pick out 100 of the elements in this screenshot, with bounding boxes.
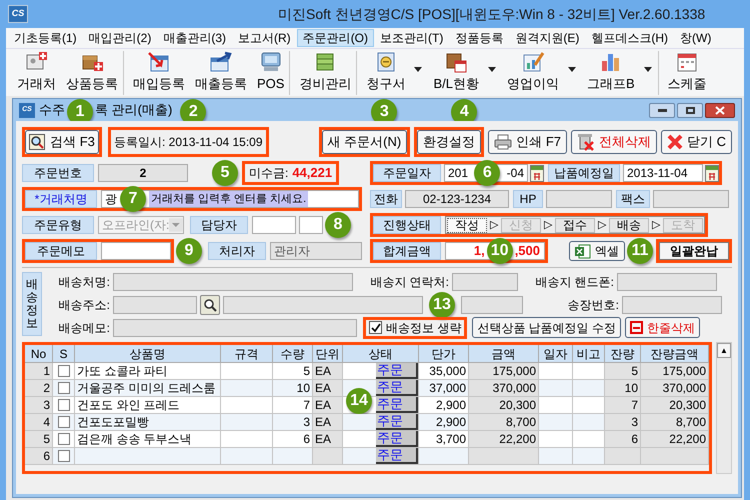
row-checkbox[interactable] bbox=[58, 399, 70, 411]
row-checkbox[interactable] bbox=[58, 416, 70, 428]
phone-field[interactable]: 02-123-1234 bbox=[405, 190, 509, 208]
dropdown-caret-icon[interactable] bbox=[413, 66, 424, 72]
table-cell: 37,000 bbox=[419, 380, 469, 397]
action-button[interactable]: 인쇄 F7 bbox=[488, 130, 567, 154]
delete-row-button[interactable]: 한줄삭제 bbox=[625, 317, 700, 338]
window-title: 수주 bbox=[39, 101, 65, 120]
field-label: 담당자 bbox=[190, 216, 248, 234]
row-checkbox[interactable] bbox=[58, 382, 70, 394]
chart-pen-icon bbox=[520, 51, 545, 74]
row-checkbox[interactable] bbox=[58, 433, 70, 445]
input-field[interactable] bbox=[113, 296, 197, 314]
toolbar-button[interactable]: 스케줄 bbox=[662, 50, 712, 94]
address-search-button[interactable] bbox=[200, 294, 220, 314]
checkbox[interactable] bbox=[369, 321, 382, 334]
field-label: 배송메모: bbox=[58, 320, 110, 336]
close-button[interactable] bbox=[705, 102, 735, 118]
input-field[interactable] bbox=[622, 296, 722, 314]
menu-item[interactable]: 보조관리(T) bbox=[374, 29, 450, 47]
input-field[interactable] bbox=[617, 272, 717, 290]
menu-item[interactable]: 매출관리(3) bbox=[157, 29, 232, 47]
action-button[interactable]: 전체삭제 bbox=[571, 130, 657, 154]
toolbar-button[interactable]: 영업이익 bbox=[502, 50, 582, 94]
row-checkbox[interactable] bbox=[58, 450, 70, 462]
input-field[interactable] bbox=[452, 272, 518, 290]
table-cell bbox=[221, 414, 273, 431]
table-cell: EA bbox=[313, 380, 343, 397]
status-button[interactable]: 주문 bbox=[376, 414, 418, 430]
table-cell: 7 bbox=[605, 397, 641, 414]
dropdown-caret-icon[interactable] bbox=[642, 66, 653, 72]
action-button[interactable]: 환경설정 bbox=[417, 130, 482, 154]
table-cell bbox=[539, 363, 573, 380]
memo-field[interactable] bbox=[101, 242, 171, 260]
table-cell bbox=[641, 448, 709, 465]
delivery-date-field[interactable]: 2013-11-04 bbox=[623, 164, 703, 182]
input-field[interactable] bbox=[252, 216, 296, 234]
status-step[interactable]: 접수 bbox=[555, 218, 595, 232]
toolbar-button[interactable]: 그래프B bbox=[582, 50, 659, 94]
order-number-field[interactable]: 2 bbox=[98, 164, 188, 182]
table-cell: 22,200 bbox=[469, 431, 539, 448]
input-field[interactable] bbox=[223, 296, 423, 314]
status-button[interactable]: 주문 bbox=[376, 431, 418, 447]
calendar-icon[interactable] bbox=[530, 164, 544, 182]
status-button[interactable]: 주문 bbox=[376, 448, 418, 464]
input-field[interactable] bbox=[653, 190, 729, 208]
settle-all-button[interactable]: 일괄완납 bbox=[659, 242, 729, 260]
toolbar-button[interactable]: B/L현황 bbox=[428, 50, 502, 94]
field-label: 송장번호: bbox=[566, 296, 619, 314]
status-button[interactable]: 주문 bbox=[376, 380, 418, 396]
menu-item[interactable]: 정품등록 bbox=[449, 29, 510, 47]
menu-item[interactable]: 창(W) bbox=[674, 29, 718, 47]
input-field[interactable] bbox=[113, 318, 357, 336]
toolbar-button[interactable]: 경비관리 bbox=[294, 50, 358, 94]
maximize-button[interactable] bbox=[677, 102, 703, 118]
menu-item[interactable]: 보고서(R) bbox=[232, 29, 297, 47]
excel-button[interactable]: 엑셀 bbox=[569, 241, 625, 261]
table-cell: 20,300 bbox=[641, 397, 709, 414]
dropdown-caret-icon[interactable] bbox=[486, 66, 497, 72]
table-cell bbox=[221, 431, 273, 448]
menu-item[interactable]: 기초등록(1) bbox=[8, 29, 83, 47]
status-button[interactable]: 주문 bbox=[376, 363, 418, 379]
menu-item[interactable]: 원격지원(E) bbox=[509, 29, 586, 47]
scroll-up-button[interactable]: ▲ bbox=[717, 343, 731, 358]
menu-item[interactable]: 주문관리(O) bbox=[296, 29, 374, 47]
printer-icon bbox=[494, 134, 512, 150]
input-field[interactable] bbox=[546, 190, 612, 208]
minimize-button[interactable] bbox=[649, 102, 675, 118]
status-step[interactable]: 배송 bbox=[609, 218, 649, 232]
action-button[interactable]: 새 주문서(N) bbox=[322, 130, 408, 154]
shipping-info-tab[interactable]: 배송정보 bbox=[22, 272, 42, 336]
table-cell: 5 bbox=[273, 363, 313, 380]
table-cell bbox=[573, 397, 605, 414]
input-field[interactable] bbox=[461, 296, 523, 314]
toolbar-button[interactable]: 매출등록 bbox=[190, 50, 252, 94]
menu-item[interactable]: 헬프데스크(H) bbox=[585, 29, 674, 47]
status-button[interactable]: 주문 bbox=[376, 397, 418, 413]
edit-delivery-date-button[interactable]: 선택상품 납품예정일 수정 bbox=[472, 317, 622, 338]
dropdown-caret-icon[interactable] bbox=[566, 66, 577, 72]
toolbar-button[interactable]: 거래처 bbox=[12, 50, 61, 94]
search-button[interactable]: 검색 F3 bbox=[25, 130, 99, 154]
handler-field[interactable]: 관리자 bbox=[270, 242, 362, 260]
close-icon bbox=[667, 134, 683, 150]
toolbar-button[interactable]: 청구서 bbox=[361, 50, 428, 94]
toolbar-button[interactable]: POS bbox=[252, 50, 290, 94]
row-checkbox[interactable] bbox=[58, 365, 70, 377]
toolbar-button[interactable]: 매입등록 bbox=[128, 50, 190, 94]
menu-item[interactable]: 매입관리(2) bbox=[82, 29, 158, 47]
calendar-icon bbox=[675, 51, 700, 74]
action-button[interactable]: 닫기 C bbox=[661, 130, 732, 154]
callout-number: 14 bbox=[346, 388, 372, 414]
table-cell: 검은깨 송송 두부스낵 bbox=[75, 431, 221, 448]
calendar-icon[interactable] bbox=[705, 164, 719, 182]
table-cell: 370,000 bbox=[469, 380, 539, 397]
input-field[interactable] bbox=[299, 216, 323, 234]
toolbar-button[interactable]: 상품등록 bbox=[61, 50, 124, 94]
table-cell bbox=[605, 448, 641, 465]
input-field[interactable] bbox=[113, 272, 353, 290]
field-label: 주문일자 bbox=[373, 164, 441, 182]
status-step[interactable]: 작성 bbox=[447, 218, 487, 232]
